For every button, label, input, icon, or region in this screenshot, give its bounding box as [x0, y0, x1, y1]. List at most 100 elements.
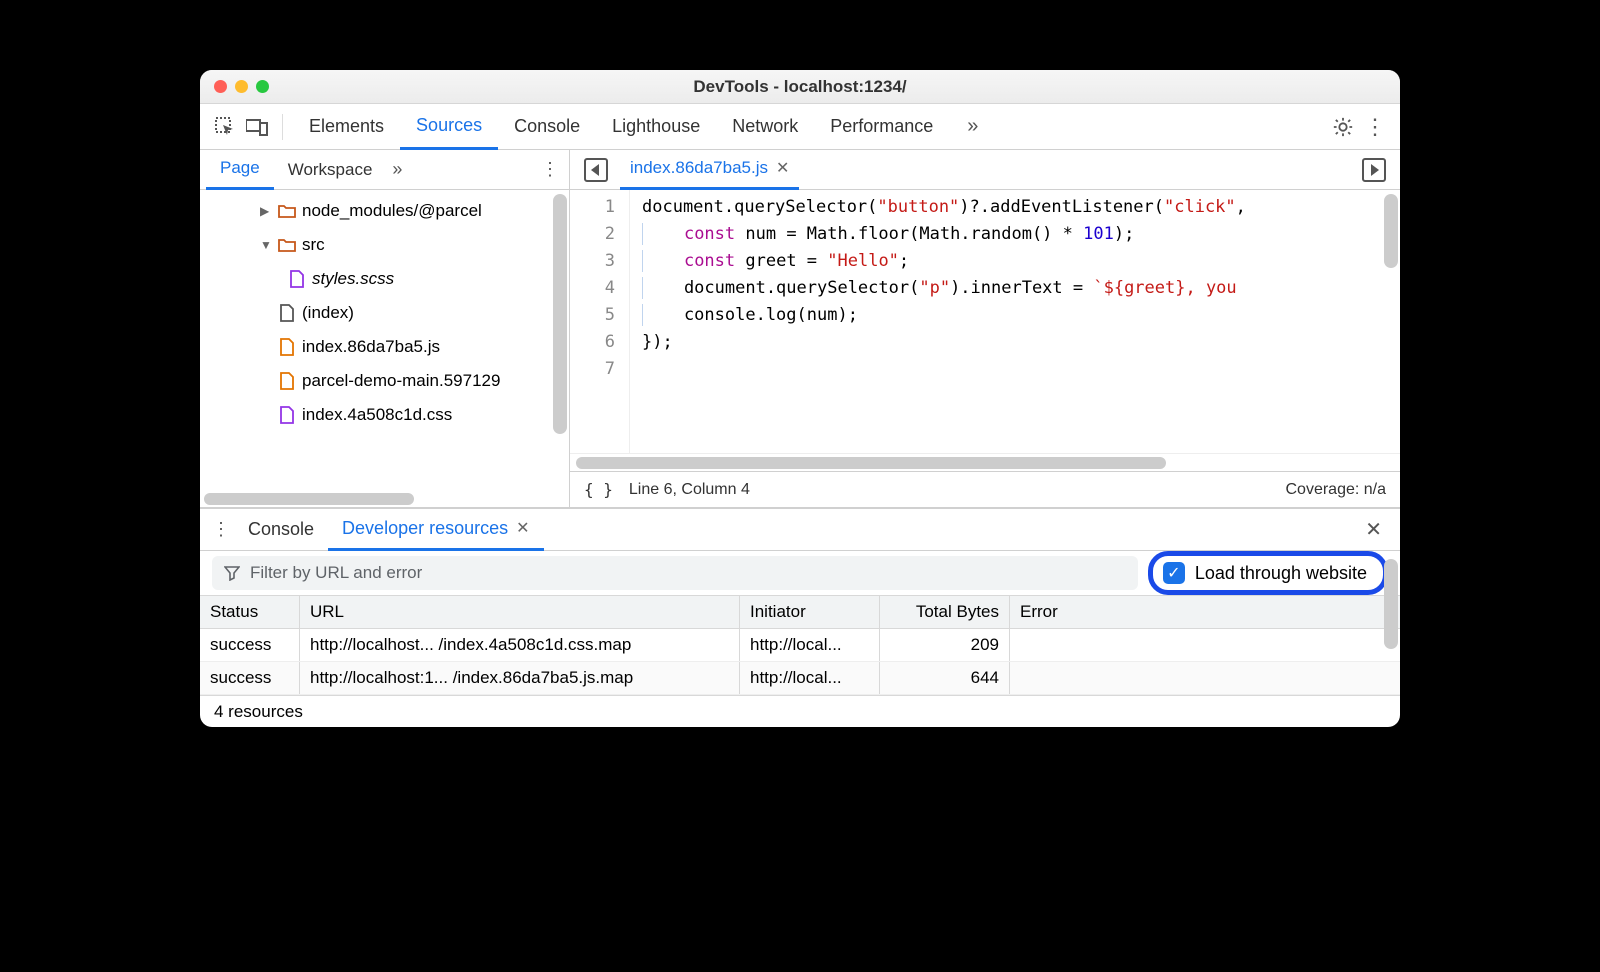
tree-scrollbar-horizontal[interactable]	[204, 493, 414, 505]
tree-item[interactable]: parcel-demo-main.597129	[200, 364, 569, 398]
drawer-tab-label: Console	[248, 519, 314, 540]
inspect-icon[interactable]	[210, 112, 240, 142]
cell-initiator: http://local...	[740, 629, 880, 661]
tab-sources[interactable]: Sources	[400, 104, 498, 150]
tab-performance[interactable]: Performance	[814, 104, 949, 150]
file-tree[interactable]: ▶node_modules/@parcel ▼ src styles.scss (ind…	[200, 190, 569, 507]
load-through-website-toggle[interactable]: ✓ Load through website	[1148, 551, 1388, 595]
cursor-position: Line 6, Column 4	[629, 481, 750, 499]
device-toggle-icon[interactable]	[242, 112, 272, 142]
code-line[interactable]: console.log(num);	[642, 302, 1400, 329]
cell-bytes: 209	[880, 629, 1010, 661]
checkbox-label: Load through website	[1195, 563, 1367, 584]
sidebar-tabs: PageWorkspace » ⋮	[200, 150, 569, 190]
coverage-status: Coverage: n/a	[1285, 481, 1386, 499]
cell-status: success	[200, 662, 300, 694]
cell-url: http://localhost... /index.4a508c1d.css.…	[300, 629, 740, 661]
drawer-close-icon[interactable]: ✕	[1355, 517, 1392, 542]
editor-tab-active[interactable]: index.86da7ba5.js ✕	[620, 150, 799, 190]
line-gutter: 1234567	[570, 190, 630, 453]
close-tab-icon[interactable]: ✕	[516, 518, 529, 538]
tab-network[interactable]: Network	[716, 104, 814, 150]
code-line[interactable]: document.querySelector("button")?.addEve…	[642, 194, 1400, 221]
drawer-tab-label: Developer resources	[342, 518, 508, 539]
code-line[interactable]: const num = Math.floor(Math.random() * 1…	[642, 221, 1400, 248]
sidebar-tabs-overflow[interactable]: »	[386, 159, 408, 180]
show-navigator-icon[interactable]	[584, 158, 608, 182]
file-purple-icon	[288, 270, 306, 288]
cell-bytes: 644	[880, 662, 1010, 694]
gear-icon[interactable]	[1328, 112, 1358, 142]
tree-scrollbar-vertical[interactable]	[553, 194, 567, 434]
drawer-footer: 4 resources	[200, 695, 1400, 727]
col-total-bytes[interactable]: Total Bytes	[880, 596, 1010, 628]
drawer-tab-console[interactable]: Console	[234, 509, 328, 551]
tree-item[interactable]: (index)	[200, 296, 569, 330]
file-orange-icon	[278, 372, 296, 390]
cell-error	[1010, 662, 1400, 694]
code-line[interactable]: });	[642, 329, 1400, 356]
sources-sidebar: PageWorkspace » ⋮ ▶node_modules/@parcel▼…	[200, 150, 570, 507]
tree-item[interactable]: styles.scss	[200, 262, 569, 296]
tree-item-label: (index)	[302, 303, 354, 323]
cell-initiator: http://local...	[740, 662, 880, 694]
tree-item[interactable]: index.86da7ba5.js	[200, 330, 569, 364]
kebab-menu-icon[interactable]: ⋮	[1360, 112, 1390, 142]
sidebar-tab-page[interactable]: Page	[206, 150, 274, 190]
file-orange-icon	[278, 338, 296, 356]
tree-item[interactable]: index.4a508c1d.css	[200, 398, 569, 432]
folder-icon	[278, 202, 296, 220]
tabs-overflow-button[interactable]: »	[951, 104, 994, 150]
code-content[interactable]: document.querySelector("button")?.addEve…	[630, 190, 1400, 453]
tab-console[interactable]: Console	[498, 104, 596, 150]
cell-status: success	[200, 629, 300, 661]
disclosure-arrow-icon[interactable]: ▼	[260, 238, 272, 252]
disclosure-arrow-icon[interactable]: ▶	[260, 204, 272, 218]
resource-count: 4 resources	[214, 702, 303, 722]
devtools-window: DevTools - localhost:1234/ ElementsSourc…	[200, 70, 1400, 727]
table-header: Status URL Initiator Total Bytes Error	[200, 595, 1400, 629]
filter-input[interactable]: Filter by URL and error	[212, 556, 1138, 590]
close-tab-icon[interactable]: ✕	[776, 158, 789, 178]
code-area[interactable]: 1234567 document.querySelector("button")…	[570, 190, 1400, 453]
filter-icon	[224, 565, 240, 581]
tab-elements[interactable]: Elements	[293, 104, 400, 150]
tree-item-label: index.86da7ba5.js	[302, 337, 440, 357]
editor-scrollbar-vertical[interactable]	[1384, 194, 1398, 268]
sidebar-tab-workspace[interactable]: Workspace	[274, 150, 387, 190]
tab-lighthouse[interactable]: Lighthouse	[596, 104, 716, 150]
table-row[interactable]: successhttp://localhost... /index.4a508c…	[200, 629, 1400, 662]
col-initiator[interactable]: Initiator	[740, 596, 880, 628]
show-debugger-icon[interactable]	[1362, 158, 1386, 182]
editor-pane: index.86da7ba5.js ✕ 1234567 document.que…	[570, 150, 1400, 507]
drawer: ⋮ Console Developer resources ✕ ✕ Filter b…	[200, 508, 1400, 727]
pretty-print-icon[interactable]: { }	[584, 480, 613, 499]
drawer-kebab-icon[interactable]: ⋮	[208, 519, 234, 540]
col-error[interactable]: Error	[1010, 596, 1400, 628]
table-scrollbar-vertical[interactable]	[1384, 559, 1398, 649]
table-row[interactable]: successhttp://localhost:1... /index.86da…	[200, 662, 1400, 695]
checkbox-checked-icon[interactable]: ✓	[1163, 562, 1185, 584]
col-url[interactable]: URL	[300, 596, 740, 628]
file-plain-icon	[278, 304, 296, 322]
file-purple-icon	[278, 406, 296, 424]
tree-item[interactable]: ▶node_modules/@parcel	[200, 194, 569, 228]
window-title: DevTools - localhost:1234/	[200, 77, 1400, 97]
code-line[interactable]: const greet = "Hello";	[642, 248, 1400, 275]
resources-table: Status URL Initiator Total Bytes Error s…	[200, 595, 1400, 695]
editor-tabs: index.86da7ba5.js ✕	[570, 150, 1400, 190]
main-tabs: ElementsSourcesConsoleLighthouseNetworkP…	[200, 104, 1400, 150]
editor-scrollbar-horizontal[interactable]	[576, 457, 1166, 469]
editor-status-bar: { } Line 6, Column 4 Coverage: n/a	[570, 471, 1400, 507]
sidebar-kebab-icon[interactable]: ⋮	[537, 157, 563, 183]
filter-placeholder: Filter by URL and error	[250, 563, 422, 583]
cell-error	[1010, 629, 1400, 661]
drawer-tabs: ⋮ Console Developer resources ✕ ✕	[200, 509, 1400, 551]
drawer-tab-developer-resources[interactable]: Developer resources ✕	[328, 509, 543, 551]
tree-item[interactable]: ▼ src	[200, 228, 569, 262]
col-status[interactable]: Status	[200, 596, 300, 628]
tree-item-label: src	[302, 235, 325, 255]
code-line[interactable]: document.querySelector("p").innerText = …	[642, 275, 1400, 302]
editor-tab-label: index.86da7ba5.js	[630, 158, 768, 178]
code-line[interactable]	[642, 356, 1400, 383]
